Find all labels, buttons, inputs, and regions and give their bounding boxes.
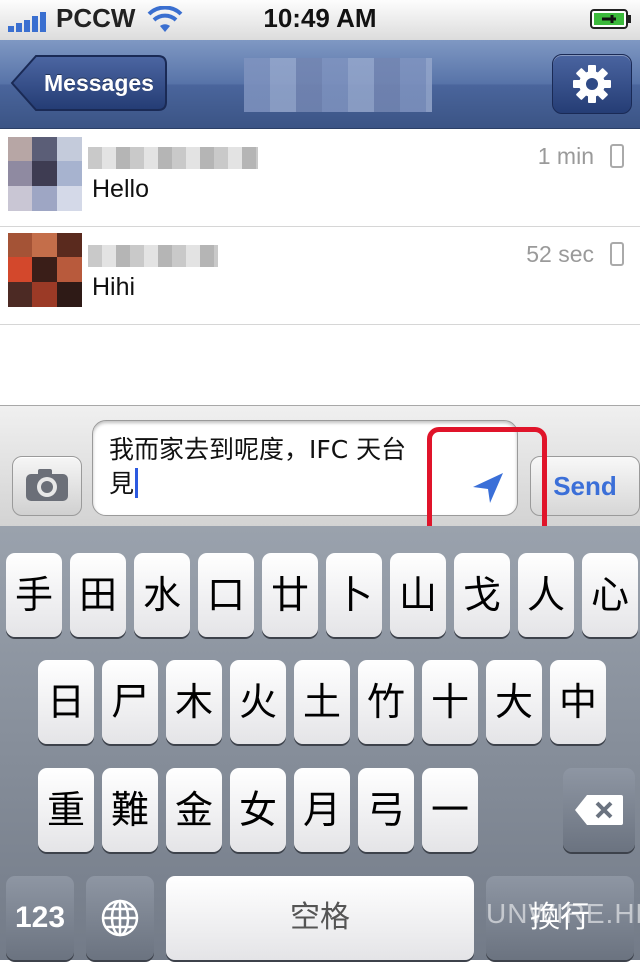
key[interactable]: 田 — [70, 553, 126, 637]
key[interactable]: 竹 — [358, 660, 414, 744]
key[interactable]: 女 — [230, 768, 286, 852]
key[interactable]: 重 — [38, 768, 94, 852]
key[interactable]: 手 — [6, 553, 62, 637]
key[interactable]: 一 — [422, 768, 478, 852]
key[interactable]: 月 — [294, 768, 350, 852]
key[interactable]: 心 — [582, 553, 638, 637]
text-cursor — [135, 468, 139, 498]
key[interactable]: 難 — [102, 768, 158, 852]
numbers-key[interactable]: 123 — [6, 876, 74, 960]
avatar — [8, 233, 82, 307]
phone-icon — [610, 144, 624, 168]
key[interactable]: 卜 — [326, 553, 382, 637]
camera-icon — [26, 469, 68, 501]
gear-icon — [573, 65, 611, 103]
message-input-line1: 我而家去到呢度，IFC 天台 — [109, 435, 407, 464]
space-key[interactable]: 空格 — [166, 876, 474, 960]
key[interactable]: 十 — [422, 660, 478, 744]
key[interactable]: 弓 — [358, 768, 414, 852]
key[interactable]: 大 — [486, 660, 542, 744]
camera-button[interactable] — [12, 456, 82, 516]
globe-key[interactable] — [86, 876, 154, 960]
key[interactable]: 火 — [230, 660, 286, 744]
key[interactable]: 山 — [390, 553, 446, 637]
message-input-line2: 見 — [109, 469, 135, 498]
watermark: UNWIRE.HK — [486, 898, 640, 929]
key[interactable]: 金 — [166, 768, 222, 852]
back-button[interactable]: Messages — [10, 54, 168, 112]
message-time: 1 min — [537, 143, 594, 169]
status-time: 10:49 AM — [263, 3, 377, 33]
message-row[interactable]: Hihi 52 sec — [0, 227, 640, 325]
settings-button[interactable] — [552, 54, 632, 114]
key[interactable]: 日 — [38, 660, 94, 744]
delete-icon — [575, 795, 623, 825]
key[interactable]: 尸 — [102, 660, 158, 744]
key[interactable]: 土 — [294, 660, 350, 744]
conversation-title-blurred — [244, 58, 432, 112]
back-button-label: Messages — [44, 70, 154, 96]
battery-charging-icon — [590, 9, 631, 29]
sender-name-blurred — [88, 245, 218, 267]
key[interactable]: 人 — [518, 553, 574, 637]
key[interactable]: 廿 — [262, 553, 318, 637]
avatar — [8, 137, 82, 211]
message-preview: Hihi — [92, 273, 136, 301]
message-time: 52 sec — [526, 241, 594, 267]
key[interactable]: 戈 — [454, 553, 510, 637]
key[interactable]: 木 — [166, 660, 222, 744]
delete-key[interactable] — [563, 768, 635, 852]
key[interactable]: 中 — [550, 660, 606, 744]
key[interactable]: 口 — [198, 553, 254, 637]
globe-icon — [101, 899, 139, 937]
phone-icon — [610, 242, 624, 266]
key[interactable]: 水 — [134, 553, 190, 637]
message-preview: Hello — [92, 175, 149, 203]
sender-name-blurred — [88, 147, 258, 169]
message-row[interactable]: Hello 1 min — [0, 129, 640, 227]
